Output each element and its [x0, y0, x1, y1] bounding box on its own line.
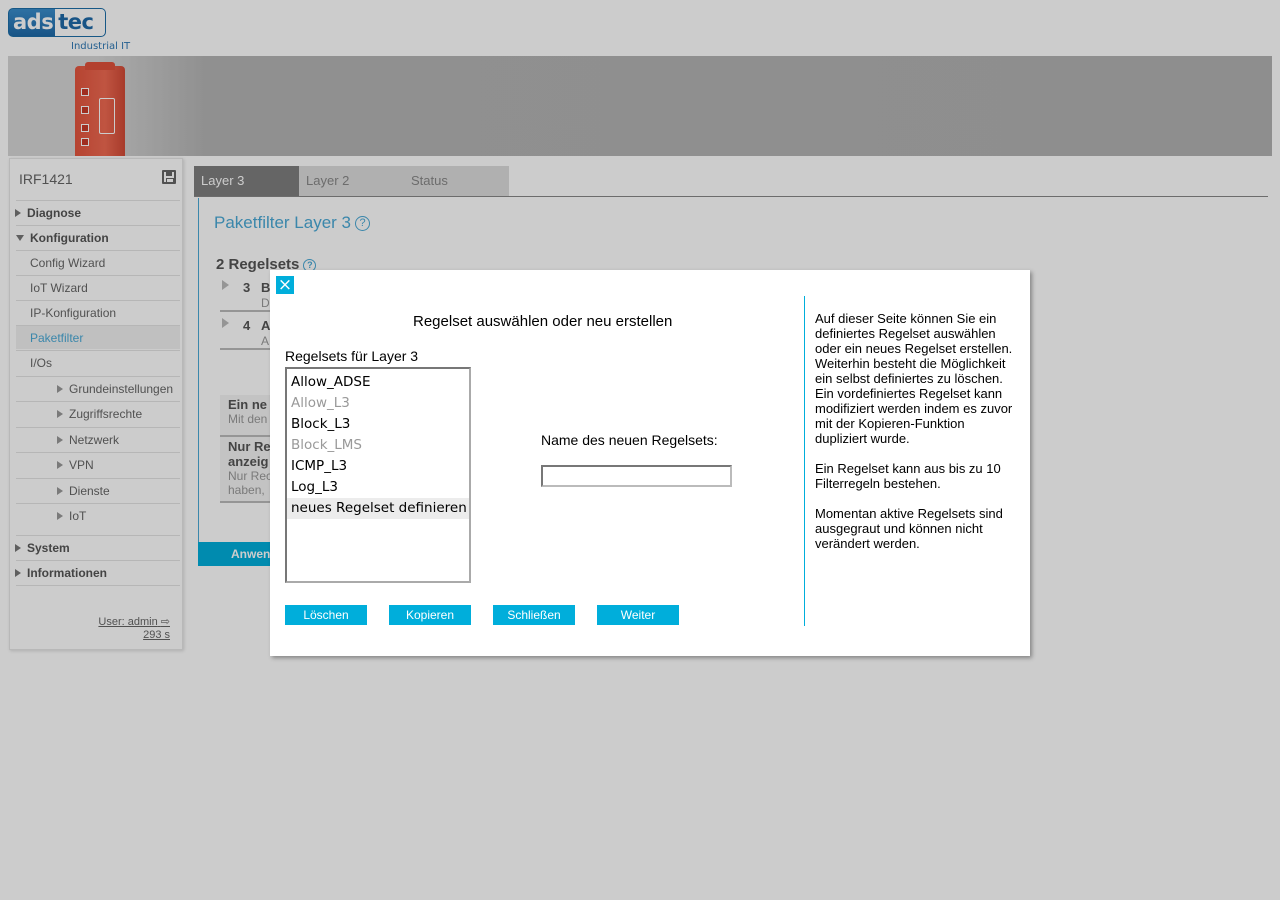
new-ruleset-name-label: Name des neuen Regelsets:: [541, 432, 718, 448]
close-icon[interactable]: ×: [276, 276, 294, 294]
dialog-help-text: Auf dieser Seite können Sie ein definier…: [815, 311, 1020, 566]
ruleset-option[interactable]: ICMP_L3: [287, 456, 469, 477]
dialog-title: Regelset auswählen oder neu erstellen: [413, 313, 673, 330]
ruleset-listbox[interactable]: Allow_ADSE Allow_L3 Block_L3 Block_LMS I…: [285, 367, 471, 583]
delete-button[interactable]: Löschen: [285, 605, 367, 625]
ruleset-option[interactable]: Allow_ADSE: [287, 372, 469, 393]
new-ruleset-name-input[interactable]: [541, 465, 732, 487]
copy-button[interactable]: Kopieren: [389, 605, 471, 625]
next-button[interactable]: Weiter: [597, 605, 679, 625]
help-paragraph: Auf dieser Seite können Sie ein definier…: [815, 311, 1013, 446]
ruleset-option[interactable]: Block_L3: [287, 414, 469, 435]
help-paragraph: Ein Regelset kann aus bis zu 10 Filterre…: [815, 461, 1001, 491]
ruleset-option: Block_LMS: [291, 437, 363, 453]
close-button[interactable]: Schließen: [493, 605, 575, 625]
ruleset-option[interactable]: Log_L3: [287, 477, 469, 498]
ruleset-dialog: × Regelset auswählen oder neu erstellen …: [270, 270, 1030, 656]
ruleset-option: Allow_L3: [291, 395, 350, 411]
dialog-divider: [804, 296, 805, 626]
help-paragraph: Momentan aktive Regelsets sind ausgegrau…: [815, 506, 1003, 551]
ruleset-list-label: Regelsets für Layer 3: [285, 348, 419, 364]
ruleset-option-new[interactable]: neues Regelset definieren: [287, 498, 469, 519]
